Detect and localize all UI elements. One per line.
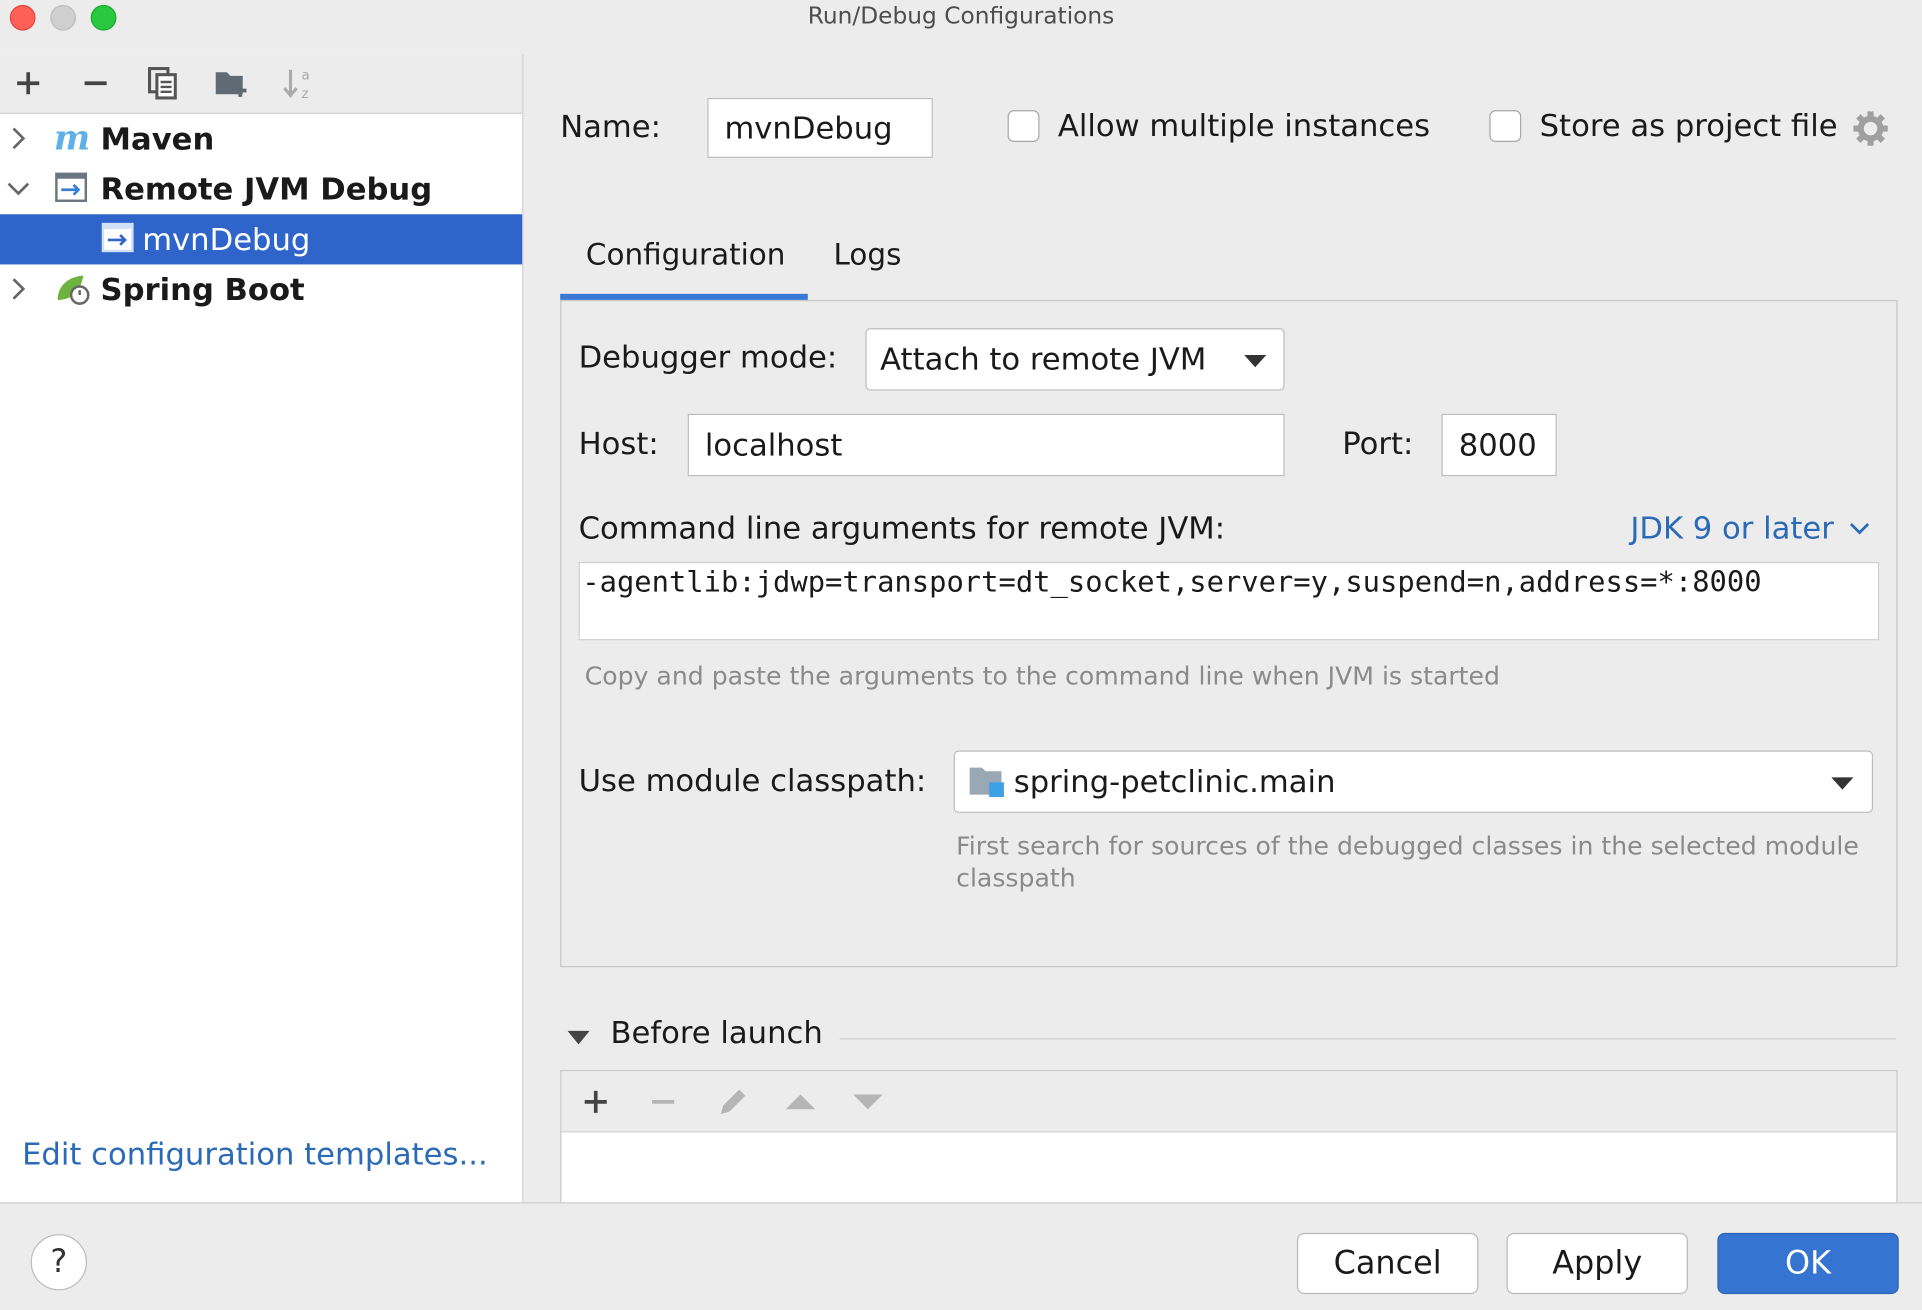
remote-debug-icon bbox=[55, 172, 88, 203]
command-line-hint: Copy and paste the arguments to the comm… bbox=[584, 661, 1500, 691]
svg-text:a: a bbox=[302, 68, 310, 84]
svg-text:m: m bbox=[54, 120, 90, 157]
host-field[interactable]: localhost bbox=[687, 413, 1285, 477]
before-launch-title: Before launch bbox=[610, 1014, 823, 1051]
command-line-args-field[interactable]: -agentlib:jdwp=transport=dt_socket,serve… bbox=[578, 561, 1880, 641]
module-classpath-hint: First search for sources of the debugged… bbox=[956, 831, 1859, 893]
tree-item-spring-boot[interactable]: Spring Boot bbox=[0, 264, 522, 314]
tree-item-label: Remote JVM Debug bbox=[100, 171, 433, 207]
svg-text:z: z bbox=[302, 86, 309, 102]
copy-icon[interactable] bbox=[145, 65, 182, 102]
allow-multiple-instances-checkbox[interactable] bbox=[1007, 110, 1040, 143]
chevron-down-icon[interactable] bbox=[1849, 520, 1871, 537]
caret-down-icon bbox=[1831, 777, 1854, 790]
configuration-panel: Debugger mode: Attach to remote JVM Host… bbox=[560, 299, 1898, 968]
tab-logs[interactable]: Logs bbox=[834, 238, 902, 272]
gear-icon[interactable] bbox=[1852, 110, 1889, 147]
command-line-args-label: Command line arguments for remote JVM: bbox=[578, 510, 1226, 547]
host-label: Host: bbox=[578, 426, 659, 462]
section-divider bbox=[839, 1038, 1897, 1040]
add-icon[interactable] bbox=[10, 65, 47, 102]
collapse-triangle-icon[interactable] bbox=[567, 1030, 590, 1045]
chevron-down-icon[interactable] bbox=[5, 175, 32, 202]
configuration-editor: Name: mvnDebug Allow multiple instances … bbox=[523, 54, 1922, 1230]
debugger-mode-label: Debugger mode: bbox=[578, 339, 838, 375]
run-debug-dialog: Run/Debug Configurations az m Maven Remo… bbox=[0, 0, 1922, 1310]
add-icon[interactable] bbox=[577, 1084, 614, 1121]
new-folder-icon[interactable] bbox=[213, 65, 250, 102]
module-classpath-value: spring-petclinic.main bbox=[1013, 763, 1336, 800]
tree-item-remote-jvm-debug[interactable]: Remote JVM Debug bbox=[0, 164, 522, 214]
chevron-right-icon[interactable] bbox=[5, 125, 32, 152]
move-up-icon[interactable] bbox=[782, 1084, 819, 1121]
window-title: Run/Debug Configurations bbox=[807, 2, 1115, 30]
apply-button[interactable]: Apply bbox=[1506, 1232, 1688, 1295]
tree-item-label: mvnDebug bbox=[142, 221, 311, 258]
store-as-project-file-checkbox[interactable] bbox=[1489, 110, 1522, 143]
sort-icon[interactable]: az bbox=[281, 65, 318, 102]
module-classpath-label: Use module classpath: bbox=[578, 762, 927, 799]
debugger-mode-value: Attach to remote JVM bbox=[880, 341, 1207, 378]
tree-item-maven[interactable]: m Maven bbox=[0, 114, 522, 164]
dialog-button-bar: ? Cancel Apply OK bbox=[0, 1202, 1922, 1310]
cancel-button[interactable]: Cancel bbox=[1296, 1232, 1479, 1295]
name-label: Name: bbox=[560, 108, 661, 145]
help-button[interactable]: ? bbox=[30, 1234, 88, 1291]
edit-icon[interactable] bbox=[715, 1084, 752, 1121]
caret-down-icon bbox=[1244, 355, 1267, 368]
before-launch-toolbar bbox=[561, 1071, 1897, 1133]
name-field[interactable]: mvnDebug bbox=[707, 97, 933, 158]
tree-item-label: Maven bbox=[100, 121, 215, 157]
remove-icon[interactable] bbox=[77, 65, 114, 102]
sidebar-toolbar: az bbox=[0, 53, 523, 114]
maven-icon: m bbox=[54, 120, 90, 157]
chevron-right-icon[interactable] bbox=[5, 275, 32, 302]
title-bar: Run/Debug Configurations bbox=[0, 0, 1922, 54]
spring-boot-icon bbox=[57, 275, 90, 305]
tree-item-label: Spring Boot bbox=[100, 271, 305, 308]
tree-item-mvndebug[interactable]: mvnDebug bbox=[0, 214, 523, 265]
allow-multiple-instances-label: Allow multiple instances bbox=[1057, 107, 1431, 144]
port-field[interactable]: 8000 bbox=[1441, 413, 1557, 477]
tab-configuration[interactable]: Configuration bbox=[586, 238, 786, 272]
store-as-project-file-label: Store as project file bbox=[1539, 107, 1838, 144]
jdk-version-link[interactable]: JDK 9 or later bbox=[1630, 511, 1834, 547]
move-down-icon[interactable] bbox=[849, 1084, 886, 1121]
remove-icon[interactable] bbox=[645, 1084, 682, 1121]
module-classpath-dropdown[interactable]: spring-petclinic.main bbox=[953, 750, 1874, 813]
edit-configuration-templates-link[interactable]: Edit configuration templates... bbox=[22, 1136, 488, 1172]
debugger-mode-dropdown[interactable]: Attach to remote JVM bbox=[865, 328, 1285, 391]
module-folder-icon bbox=[969, 767, 1004, 798]
configurations-sidebar: az m Maven Remote JVM Debug mvnDebug Spr… bbox=[0, 53, 524, 1203]
remote-debug-icon bbox=[101, 222, 134, 253]
ok-button[interactable]: OK bbox=[1717, 1232, 1899, 1295]
port-label: Port: bbox=[1342, 426, 1414, 462]
